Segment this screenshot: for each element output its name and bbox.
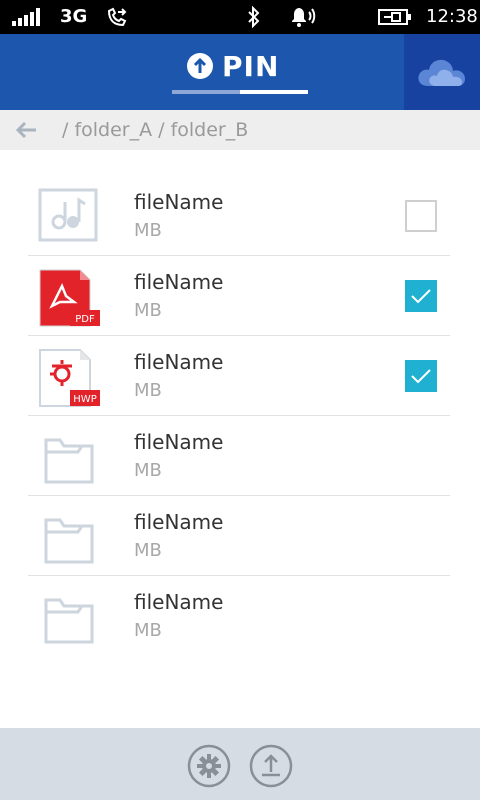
file-list: fileName MB PDF fileName MB HWP fileName… xyxy=(28,176,450,656)
hwp-badge: HWP xyxy=(73,394,96,405)
file-name: fileName xyxy=(134,430,224,454)
select-checkbox[interactable] xyxy=(405,360,437,392)
breadcrumb-path[interactable]: / folder_A / folder_B xyxy=(62,119,248,141)
page-title: PIN xyxy=(222,49,280,83)
music-file-icon xyxy=(38,188,98,242)
onedrive-button[interactable] xyxy=(404,34,480,110)
list-item[interactable]: fileName MB xyxy=(28,416,450,496)
list-item[interactable]: fileName MB xyxy=(28,176,450,256)
network-type: 3G xyxy=(60,6,88,27)
file-name: fileName xyxy=(134,270,224,294)
app-header: PIN xyxy=(0,34,480,110)
file-name: fileName xyxy=(134,350,224,374)
battery-charging-icon xyxy=(378,9,411,25)
hwp-file-icon: HWP xyxy=(39,349,100,407)
select-checkbox[interactable] xyxy=(405,280,437,312)
checkmark-icon xyxy=(411,289,431,304)
app-bar xyxy=(0,728,480,800)
list-item[interactable]: fileName MB xyxy=(28,576,450,656)
folder-icon xyxy=(44,438,94,484)
call-forward-icon xyxy=(107,7,127,27)
pdf-badge: PDF xyxy=(75,314,95,325)
select-checkbox[interactable] xyxy=(405,200,437,232)
ringer-icon xyxy=(292,8,316,27)
file-name: fileName xyxy=(134,590,224,614)
bluetooth-icon xyxy=(248,6,260,28)
clock: 12:38 xyxy=(426,6,478,27)
tab-indicator-inactive xyxy=(172,90,240,94)
file-size: MB xyxy=(134,380,162,401)
file-size: MB xyxy=(134,460,162,481)
list-item[interactable]: PDF fileName MB xyxy=(28,256,450,336)
file-size: MB xyxy=(134,220,162,241)
file-size: MB xyxy=(134,540,162,561)
file-size: MB xyxy=(134,300,162,321)
status-bar: 3G 12:38 xyxy=(0,0,480,34)
list-item[interactable]: HWP fileName MB xyxy=(28,336,450,416)
pdf-file-icon: PDF xyxy=(39,269,100,327)
upload-icon[interactable] xyxy=(249,744,293,788)
tab-indicator-active xyxy=(240,90,308,94)
list-item[interactable]: fileName MB xyxy=(28,496,450,576)
file-name: fileName xyxy=(134,190,224,214)
checkmark-icon xyxy=(411,369,431,384)
tab-pin[interactable]: PIN xyxy=(186,48,279,84)
signal-icon xyxy=(12,8,40,26)
onedrive-cloud-icon xyxy=(418,59,465,86)
back-arrow-icon[interactable] xyxy=(14,118,38,142)
upload-circle-icon xyxy=(187,53,213,79)
folder-icon xyxy=(44,518,94,564)
settings-icon[interactable] xyxy=(187,744,231,788)
file-name: fileName xyxy=(134,510,224,534)
folder-icon xyxy=(44,598,94,644)
file-size: MB xyxy=(134,620,162,641)
breadcrumb: / folder_A / folder_B xyxy=(0,110,480,150)
